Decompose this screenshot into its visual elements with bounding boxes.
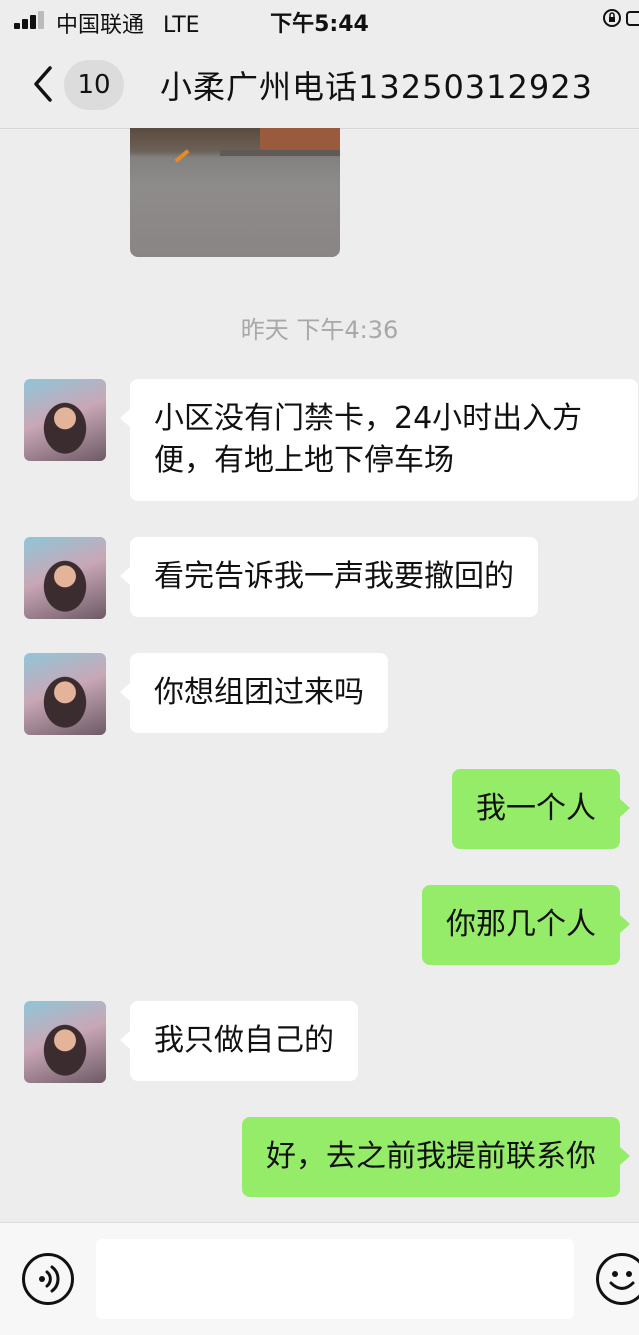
chat-title: 小柔广州电话13250312923 — [160, 68, 593, 106]
message-input[interactable] — [96, 1239, 574, 1319]
message-timestamp: 昨天 下午4:36 — [240, 316, 399, 344]
outgoing-message[interactable]: 好，去之前我提前联系你 — [242, 1117, 630, 1197]
lock-icon — [603, 9, 621, 27]
contact-avatar[interactable] — [24, 537, 106, 619]
unread-count-badge[interactable]: 10 — [64, 60, 124, 110]
outgoing-message[interactable]: 我一个人 — [452, 769, 630, 849]
incoming-message[interactable]: 你想组团过来吗 — [120, 653, 388, 733]
status-time: 下午5:44 — [270, 12, 369, 37]
outgoing-message[interactable]: 你那几个人 — [422, 885, 630, 965]
incoming-message[interactable]: 小区没有门禁卡，24小时出入方便，有地上地下停车场 — [120, 379, 638, 501]
emoji-icon[interactable] — [596, 1253, 639, 1305]
incoming-message[interactable]: 看完告诉我一声我要撤回的 — [120, 537, 538, 617]
input-bar — [0, 1222, 639, 1335]
battery-icon — [626, 11, 639, 26]
incoming-message[interactable]: 我只做自己的 — [120, 1001, 358, 1081]
contact-avatar[interactable] — [24, 1001, 106, 1083]
contact-avatar[interactable] — [24, 653, 106, 735]
image-message[interactable] — [130, 128, 340, 257]
status-bar: 中国联通 LTE 下午5:44 — [0, 0, 639, 40]
voice-icon[interactable] — [22, 1253, 74, 1305]
chat-header: 10 小柔广州电话13250312923 — [0, 40, 639, 129]
back-icon[interactable] — [28, 64, 58, 104]
contact-avatar[interactable] — [24, 379, 106, 461]
